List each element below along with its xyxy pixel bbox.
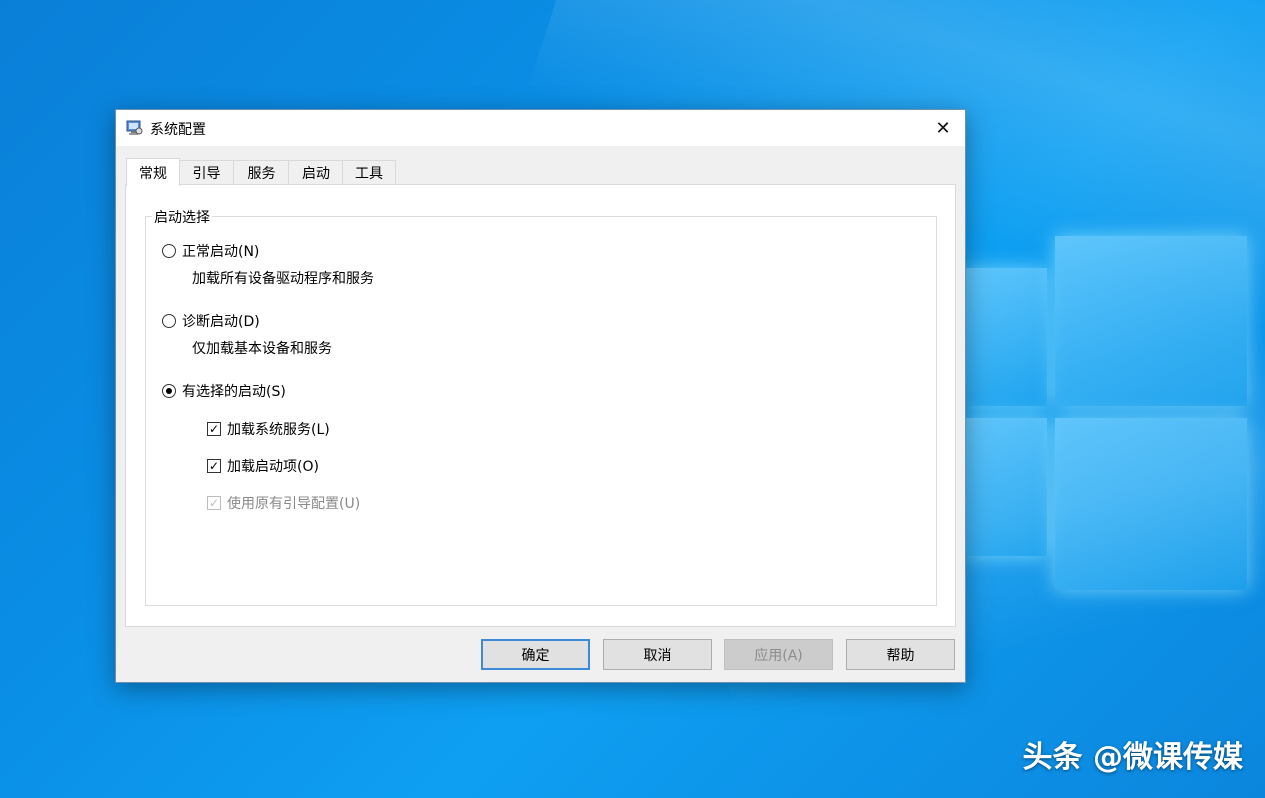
title-bar[interactable]: 系统配置 ✕ xyxy=(116,110,965,146)
checkbox-use-original-boot-config: ✓ 使用原有引导配置(U) xyxy=(207,493,360,513)
tab-startup[interactable]: 启动 xyxy=(288,160,344,185)
logo-pane xyxy=(965,418,1047,556)
tab-tools[interactable]: 工具 xyxy=(342,160,396,185)
group-legend: 启动选择 xyxy=(152,207,212,227)
radio-label: 有选择的启动(S) xyxy=(182,384,286,400)
tab-boot[interactable]: 引导 xyxy=(178,160,235,185)
logo-pane xyxy=(1055,236,1247,406)
radio-label: 诊断启动(D) xyxy=(182,314,260,330)
windows-logo xyxy=(965,236,1247,592)
tab-general[interactable]: 常规 xyxy=(126,158,180,186)
radio-diagnostic-startup[interactable]: 诊断启动(D) xyxy=(162,311,260,331)
logo-pane xyxy=(965,268,1047,406)
radio-button[interactable] xyxy=(162,244,176,258)
close-icon: ✕ xyxy=(935,117,951,139)
checkbox-label: 加载启动项(O) xyxy=(227,459,319,475)
checkbox-label: 使用原有引导配置(U) xyxy=(227,496,361,512)
help-button[interactable]: 帮助 xyxy=(846,639,955,670)
radio-normal-startup[interactable]: 正常启动(N) xyxy=(162,241,259,261)
radio-button-selected[interactable] xyxy=(162,384,176,398)
checkbox-load-startup-items[interactable]: ✓ 加载启动项(O) xyxy=(207,456,319,476)
radio-selective-startup[interactable]: 有选择的启动(S) xyxy=(162,381,286,401)
watermark-text: 头条 @微课传媒 xyxy=(1022,740,1243,775)
checkbox-load-system-services[interactable]: ✓ 加载系统服务(L) xyxy=(207,419,330,439)
close-button[interactable]: ✕ xyxy=(921,110,965,146)
system-configuration-dialog: 系统配置 ✕ 常规 引导 服务 启动 工具 启动选择 正常启动(N) 加载所有设… xyxy=(115,109,966,683)
tab-services[interactable]: 服务 xyxy=(233,160,290,185)
checkbox-checked[interactable]: ✓ xyxy=(207,422,221,436)
option-description: 仅加载基本设备和服务 xyxy=(192,341,332,357)
cancel-button[interactable]: 取消 xyxy=(603,639,712,670)
checkbox-checked[interactable]: ✓ xyxy=(207,459,221,473)
ok-button[interactable]: 确定 xyxy=(481,639,590,670)
checkbox-label: 加载系统服务(L) xyxy=(227,422,330,438)
window-title: 系统配置 xyxy=(150,122,206,138)
apply-button: 应用(A) xyxy=(724,639,833,670)
option-description: 加载所有设备驱动程序和服务 xyxy=(192,271,374,287)
checkbox-checked-disabled: ✓ xyxy=(207,496,221,510)
radio-label: 正常启动(N) xyxy=(182,244,260,260)
startup-selection-group: 启动选择 正常启动(N) 加载所有设备驱动程序和服务 诊断启动(D) 仅加载基本… xyxy=(145,207,937,606)
radio-button[interactable] xyxy=(162,314,176,328)
logo-pane xyxy=(1055,418,1247,590)
msconfig-app-icon xyxy=(126,119,143,136)
tab-panel-general: 启动选择 正常启动(N) 加载所有设备驱动程序和服务 诊断启动(D) 仅加载基本… xyxy=(125,184,956,627)
